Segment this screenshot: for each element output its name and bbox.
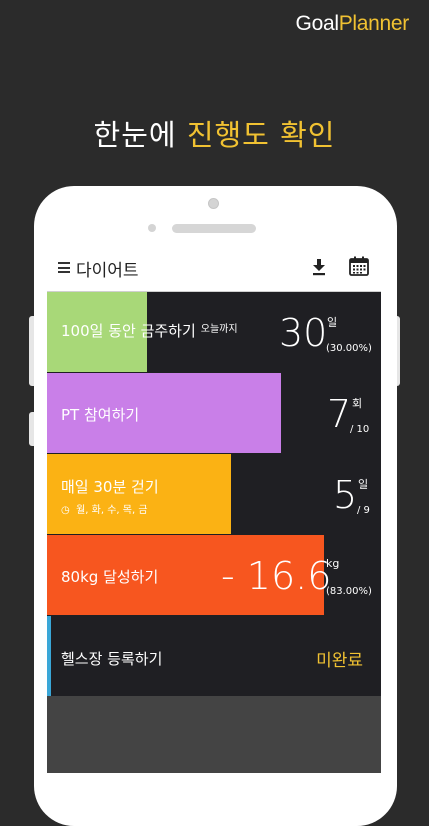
goal-value: 5 <box>333 473 358 517</box>
goal-status: 미완료 <box>316 651 363 671</box>
clock-icon: ◷ <box>61 505 70 516</box>
goal-value: 7 <box>327 392 352 436</box>
goal-days-text: 월, 화, 수, 목, 금 <box>76 505 148 516</box>
headline-part2: 진행도 확인 <box>186 118 336 152</box>
goal-label: 80kg 달성하기 <box>61 568 159 586</box>
goal-unit: 일 <box>327 316 338 329</box>
speaker-grille <box>172 224 256 233</box>
goal-value: - 16.6 <box>221 554 332 598</box>
calendar-icon[interactable] <box>349 256 369 276</box>
sensor-dot <box>148 224 156 232</box>
app-screen: 다이어트 100일 동안 금주하기 오늘까지 30 일 (30.00%) PT 참… <box>47 242 381 773</box>
goal-unit: 일 <box>358 478 369 491</box>
headline-part1: 한눈에 <box>93 118 187 152</box>
headline: 한눈에 진행도 확인 <box>0 112 429 154</box>
goal-unit: kg <box>326 557 340 570</box>
download-icon[interactable] <box>311 258 327 276</box>
goal-row-gym[interactable]: 헬스장 등록하기 미완료 <box>47 616 381 696</box>
goal-sub: (30.00%) <box>326 343 372 354</box>
menu-icon[interactable] <box>58 262 70 273</box>
goal-sub: / 9 <box>357 505 370 516</box>
goal-row-abstain[interactable]: 100일 동안 금주하기 오늘까지 30 일 (30.00%) <box>47 292 381 372</box>
goal-label: PT 참여하기 <box>61 406 140 424</box>
app-title: 다이어트 <box>76 261 139 281</box>
goal-accent-bar <box>47 616 51 696</box>
camera-icon <box>208 198 219 209</box>
goal-suffix: 오늘까지 <box>200 324 238 335</box>
goal-label: 100일 동안 금주하기 오늘까지 <box>61 322 238 340</box>
app-bar: 다이어트 <box>47 242 381 292</box>
brand-logo: GoalPlanner <box>295 12 410 36</box>
goal-days: ◷ 월, 화, 수, 목, 금 <box>61 501 148 516</box>
goal-row-pt[interactable]: PT 참여하기 7 회 / 10 <box>47 373 381 453</box>
goal-row-weight[interactable]: 80kg 달성하기 - 16.6 kg (83.00%) <box>47 535 381 615</box>
goal-label: 헬스장 등록하기 <box>61 650 163 668</box>
goal-sub: (83.00%) <box>326 586 372 597</box>
brand-part2: Planner <box>338 12 410 35</box>
brand-part1: Goal <box>295 12 339 35</box>
empty-list-area <box>47 696 381 773</box>
goal-unit: 회 <box>352 397 363 410</box>
goal-label: 매일 30분 걷기 <box>61 478 159 496</box>
goal-sub: / 10 <box>350 424 370 435</box>
goal-value: 30 <box>279 311 328 355</box>
goal-row-walk[interactable]: 매일 30분 걷기 ◷ 월, 화, 수, 목, 금 5 일 / 9 <box>47 454 381 534</box>
